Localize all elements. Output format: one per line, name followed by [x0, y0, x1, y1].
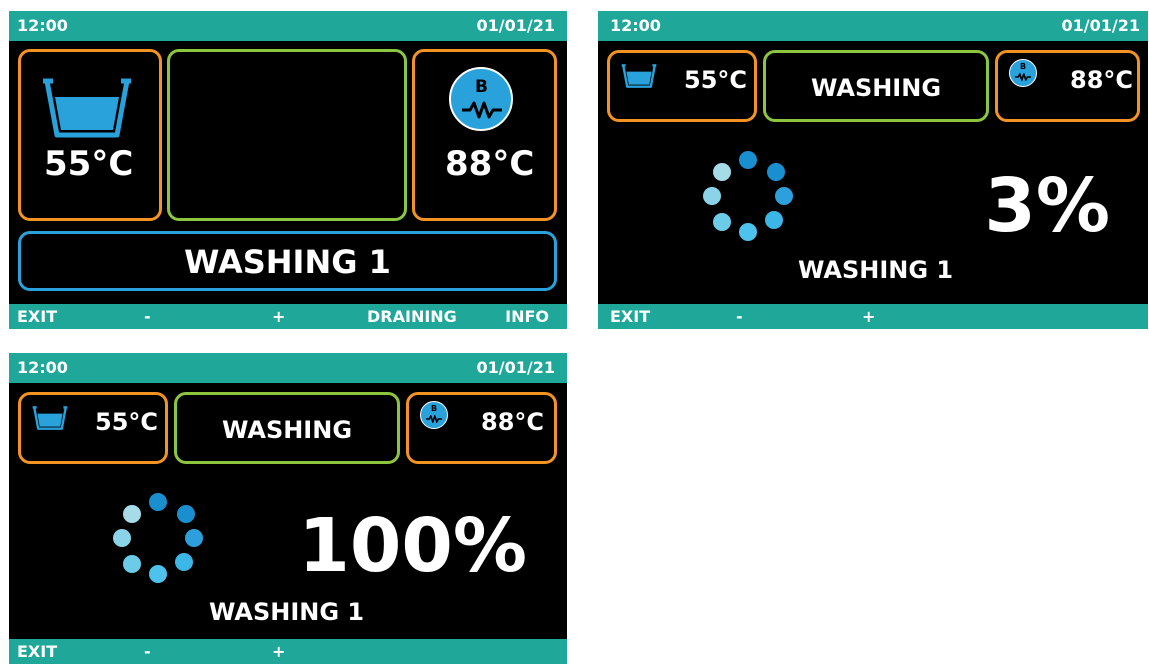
softkey-bar: EXIT - + DRAINING INFO — [9, 304, 567, 329]
spinner-dot — [703, 187, 721, 205]
tank-icon — [621, 64, 657, 88]
exit-button[interactable]: EXIT — [17, 304, 57, 329]
spinner-dot — [775, 187, 793, 205]
tank-temperature-panel[interactable]: 55°C — [18, 49, 162, 221]
spinner-dot — [713, 163, 731, 181]
plus-button[interactable]: + — [862, 304, 875, 329]
spinner-dot — [185, 529, 203, 547]
screen-progress-100: 12:00 01/01/21 55°C WASHING B 88°C 100% … — [9, 353, 567, 664]
spinner-dot — [713, 213, 731, 231]
minus-button[interactable]: - — [736, 304, 743, 329]
spinner-dot — [739, 151, 757, 169]
softkey-bar: EXIT - + — [598, 304, 1148, 329]
status-panel: WASHING — [763, 50, 989, 122]
boiler-letter: B — [1020, 62, 1027, 71]
softkey-bar: EXIT - + — [9, 639, 567, 664]
spinner-dot — [123, 555, 141, 573]
program-name: WASHING 1 — [184, 243, 391, 281]
status-bar: 12:00 01/01/21 — [598, 11, 1148, 41]
screen-main: 12:00 01/01/21 55°C B 88°C WASHING 1 EXI… — [9, 11, 567, 329]
progress-percent: 100% — [298, 503, 527, 589]
tank-temperature-panel[interactable]: 55°C — [607, 50, 757, 122]
boiler-letter: B — [475, 77, 488, 97]
spinner-dot — [123, 505, 141, 523]
tank-temperature-panel[interactable]: 55°C — [18, 392, 168, 464]
status-bar: 12:00 01/01/21 — [9, 353, 567, 383]
program-name: WASHING 1 — [209, 598, 365, 626]
status-panel — [167, 49, 407, 221]
exit-button[interactable]: EXIT — [610, 304, 650, 329]
boiler-heater-icon: B — [1009, 59, 1037, 87]
status-label: WASHING — [221, 416, 353, 444]
boiler-letter: B — [431, 404, 438, 413]
spinner-dot — [739, 223, 757, 241]
clock: 12:00 — [610, 16, 661, 35]
date: 01/01/21 — [1061, 16, 1140, 35]
spinner-dot — [149, 565, 167, 583]
boiler-temperature-panel[interactable]: B 88°C — [406, 392, 557, 464]
tank-temperature: 55°C — [684, 66, 748, 94]
boiler-temperature-panel[interactable]: B 88°C — [995, 50, 1140, 122]
tank-temperature: 55°C — [44, 144, 134, 184]
boiler-temperature: 88°C — [1070, 66, 1134, 94]
plus-button[interactable]: + — [272, 304, 285, 329]
spinner-dot — [175, 553, 193, 571]
clock: 12:00 — [17, 16, 68, 35]
minus-button[interactable]: - — [144, 304, 151, 329]
tank-icon — [32, 406, 68, 430]
exit-button[interactable]: EXIT — [17, 639, 57, 664]
boiler-temperature: 88°C — [445, 144, 535, 184]
spinner-dot — [149, 493, 167, 511]
status-label: WASHING — [810, 74, 942, 102]
minus-button[interactable]: - — [144, 639, 151, 664]
screen-progress-3: 12:00 01/01/21 55°C WASHING B 88°C 3% WA… — [598, 11, 1148, 329]
info-button[interactable]: INFO — [505, 304, 549, 329]
spinner-dot — [765, 211, 783, 229]
boiler-heater-icon: B — [420, 401, 448, 429]
tank-icon — [43, 78, 131, 138]
loading-spinner-icon — [113, 493, 203, 585]
spinner-dot — [113, 529, 131, 547]
spinner-dot — [177, 505, 195, 523]
boiler-temperature: 88°C — [481, 408, 545, 436]
plus-button[interactable]: + — [272, 639, 285, 664]
clock: 12:00 — [17, 358, 68, 377]
date: 01/01/21 — [476, 358, 555, 377]
progress-percent: 3% — [984, 163, 1110, 249]
loading-spinner-icon — [703, 151, 793, 243]
tank-temperature: 55°C — [95, 408, 159, 436]
status-bar: 12:00 01/01/21 — [9, 11, 567, 41]
boiler-heater-icon: B — [449, 67, 513, 131]
program-panel[interactable]: WASHING 1 — [18, 231, 557, 291]
spinner-dot — [767, 163, 785, 181]
date: 01/01/21 — [476, 16, 555, 35]
program-name: WASHING 1 — [798, 256, 954, 284]
boiler-temperature-panel[interactable]: B 88°C — [412, 49, 557, 221]
status-panel: WASHING — [174, 392, 400, 464]
draining-button[interactable]: DRAINING — [367, 304, 457, 329]
